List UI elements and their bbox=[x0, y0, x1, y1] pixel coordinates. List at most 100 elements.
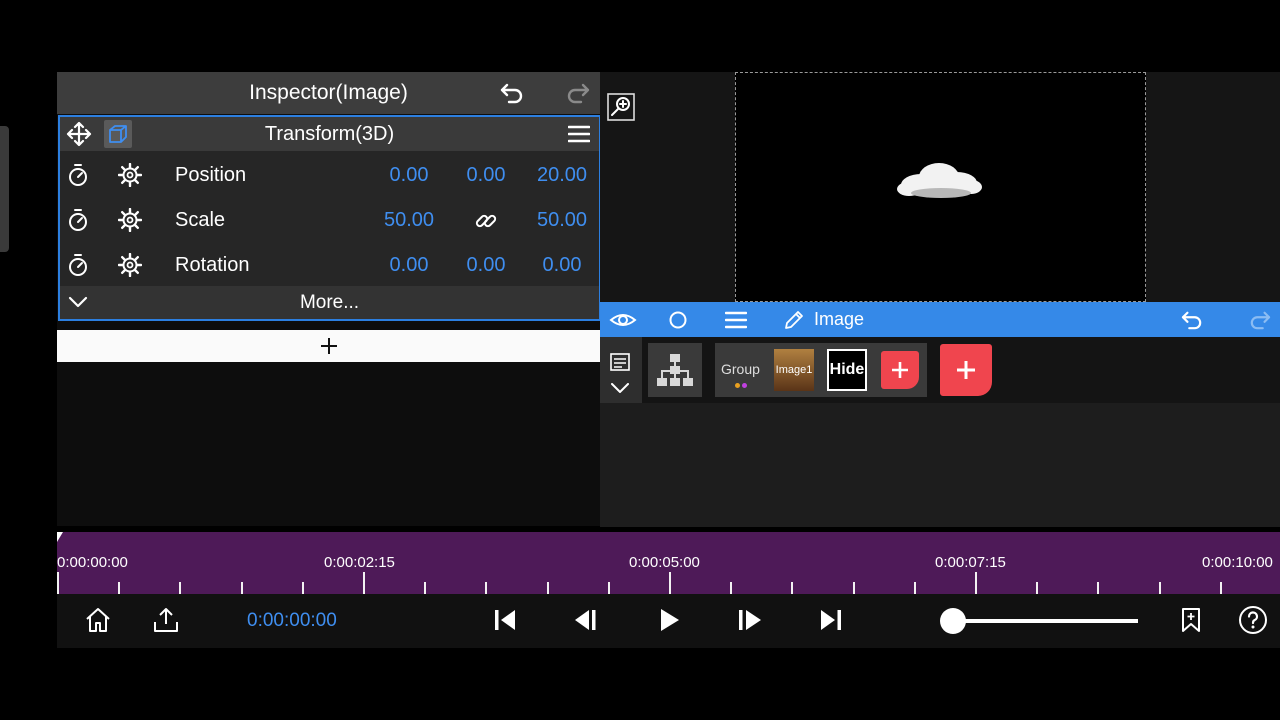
layer-strip: Group Image1 Hide bbox=[600, 337, 1280, 403]
inspector-header: Inspector(Image) bbox=[57, 72, 600, 114]
layer-side-controls bbox=[600, 337, 642, 403]
circle-icon[interactable] bbox=[664, 306, 692, 334]
timeline-label: 0:00:02:15 bbox=[324, 554, 395, 571]
position-x-value[interactable]: 0.00 bbox=[373, 153, 445, 198]
list-icon[interactable] bbox=[608, 351, 632, 373]
timeline-tick bbox=[975, 572, 977, 594]
playhead-marker[interactable] bbox=[57, 532, 63, 542]
position-label: Position bbox=[175, 164, 247, 186]
redo-icon[interactable] bbox=[1246, 306, 1274, 334]
redo-icon[interactable] bbox=[563, 79, 593, 107]
transform-title: Transform(3D) bbox=[264, 123, 395, 145]
hierarchy-icon[interactable] bbox=[648, 343, 702, 397]
scale-label: Scale bbox=[175, 209, 226, 231]
timeline-tick bbox=[118, 582, 121, 594]
timeline-tick bbox=[1097, 582, 1100, 594]
eye-icon[interactable] bbox=[608, 306, 638, 334]
hide-layer[interactable]: Hide bbox=[827, 349, 867, 391]
timeline-tick bbox=[1219, 582, 1222, 594]
more-button[interactable]: More... bbox=[60, 286, 599, 319]
timeline-label: 0:00:07:15 bbox=[935, 554, 1006, 571]
group-dot-orange bbox=[735, 383, 740, 388]
cloud-image[interactable] bbox=[891, 155, 989, 205]
home-icon[interactable] bbox=[82, 604, 114, 636]
scale-y-value[interactable]: 50.00 bbox=[526, 198, 598, 243]
skip-start-icon[interactable] bbox=[489, 604, 521, 636]
transform-panel: Transform(3D) Position 0.00 0.00 20.00 S… bbox=[58, 115, 601, 321]
timeline-tick bbox=[730, 582, 733, 594]
timeline-label: 0:00:10:00 bbox=[1202, 554, 1273, 571]
plus-icon bbox=[892, 362, 908, 378]
menu-icon[interactable] bbox=[722, 306, 750, 334]
timeline-tick bbox=[913, 582, 916, 594]
plus-icon bbox=[957, 361, 975, 379]
skip-end-icon[interactable] bbox=[815, 604, 847, 636]
position-row: Position 0.00 0.00 20.00 bbox=[60, 153, 599, 198]
cube-icon[interactable] bbox=[104, 120, 132, 148]
zoom-slider-track[interactable] bbox=[952, 619, 1138, 623]
gear-icon[interactable] bbox=[116, 206, 144, 234]
stopwatch-icon[interactable] bbox=[64, 206, 92, 234]
timeline-tick bbox=[852, 582, 855, 594]
hide-label: Hide bbox=[829, 361, 865, 378]
preview-canvas[interactable] bbox=[735, 72, 1146, 302]
timeline-tick bbox=[424, 582, 427, 594]
layer-toolbar: Image bbox=[600, 302, 1280, 337]
gear-icon[interactable] bbox=[116, 161, 144, 189]
position-y-value[interactable]: 0.00 bbox=[450, 153, 522, 198]
more-label: More... bbox=[299, 292, 360, 313]
undo-icon[interactable] bbox=[1178, 306, 1206, 334]
add-to-group-button[interactable] bbox=[881, 351, 919, 389]
layer-type-label: Image bbox=[814, 309, 865, 329]
scale-row: Scale 50.00 50.00 bbox=[60, 198, 599, 243]
menu-icon[interactable] bbox=[565, 120, 593, 148]
timeline-tick bbox=[1158, 582, 1161, 594]
pencil-icon[interactable] bbox=[781, 306, 807, 334]
position-z-value[interactable]: 20.00 bbox=[526, 153, 598, 198]
group-layer[interactable]: Group Image1 Hide bbox=[715, 343, 927, 397]
timeline-label: 0:00:00:00 bbox=[57, 554, 128, 571]
rotation-x-value[interactable]: 0.00 bbox=[373, 243, 445, 288]
timeline-tick bbox=[179, 582, 182, 594]
rotation-z-value[interactable]: 0.00 bbox=[526, 243, 598, 288]
inspector-panel: Inspector(Image) Transform(3D) Position … bbox=[57, 72, 601, 526]
timeline-ruler[interactable]: 0:00:00:00 0:00:02:15 0:00:05:00 0:00:07… bbox=[57, 532, 1280, 594]
timeline-tick bbox=[546, 582, 549, 594]
side-panel-handle[interactable] bbox=[0, 126, 9, 252]
add-layer-button[interactable] bbox=[940, 344, 992, 396]
stopwatch-icon[interactable] bbox=[64, 161, 92, 189]
link-icon[interactable] bbox=[472, 207, 500, 235]
undo-icon[interactable] bbox=[497, 79, 527, 107]
rotation-label: Rotation bbox=[175, 254, 250, 276]
timeline-tick bbox=[240, 582, 243, 594]
zoom-icon[interactable] bbox=[606, 92, 636, 122]
zoom-slider-thumb[interactable] bbox=[940, 608, 966, 634]
scale-x-value[interactable]: 50.00 bbox=[373, 198, 445, 243]
rotation-y-value[interactable]: 0.00 bbox=[450, 243, 522, 288]
layer-area: Group Image1 Hide bbox=[600, 337, 1280, 527]
step-forward-icon[interactable] bbox=[734, 604, 766, 636]
step-back-icon[interactable] bbox=[571, 604, 603, 636]
rotation-row: Rotation 0.00 0.00 0.00 bbox=[60, 243, 599, 288]
gear-icon[interactable] bbox=[116, 251, 144, 279]
move-icon[interactable] bbox=[64, 119, 94, 149]
group-dot-purple bbox=[742, 383, 747, 388]
bookmark-icon[interactable] bbox=[1175, 604, 1207, 636]
transport-bar: 0:00:00:00 bbox=[57, 594, 1280, 648]
transform-header: Transform(3D) bbox=[60, 117, 599, 151]
help-icon[interactable] bbox=[1237, 604, 1269, 636]
timeline-tick bbox=[669, 572, 671, 594]
timeline-tick bbox=[791, 582, 794, 594]
timeline-label: 0:00:05:00 bbox=[629, 554, 700, 571]
current-timecode: 0:00:00:00 bbox=[247, 610, 337, 631]
timeline-tick bbox=[1036, 582, 1039, 594]
stopwatch-icon[interactable] bbox=[64, 251, 92, 279]
play-icon[interactable] bbox=[653, 604, 685, 636]
chevron-down-icon[interactable] bbox=[608, 377, 632, 399]
timeline-tick bbox=[57, 572, 59, 594]
share-icon[interactable] bbox=[150, 604, 182, 636]
timeline-tick bbox=[301, 582, 304, 594]
add-effect-button[interactable] bbox=[57, 330, 600, 362]
image1-label: Image1 bbox=[775, 364, 813, 376]
timeline-tick bbox=[607, 582, 610, 594]
